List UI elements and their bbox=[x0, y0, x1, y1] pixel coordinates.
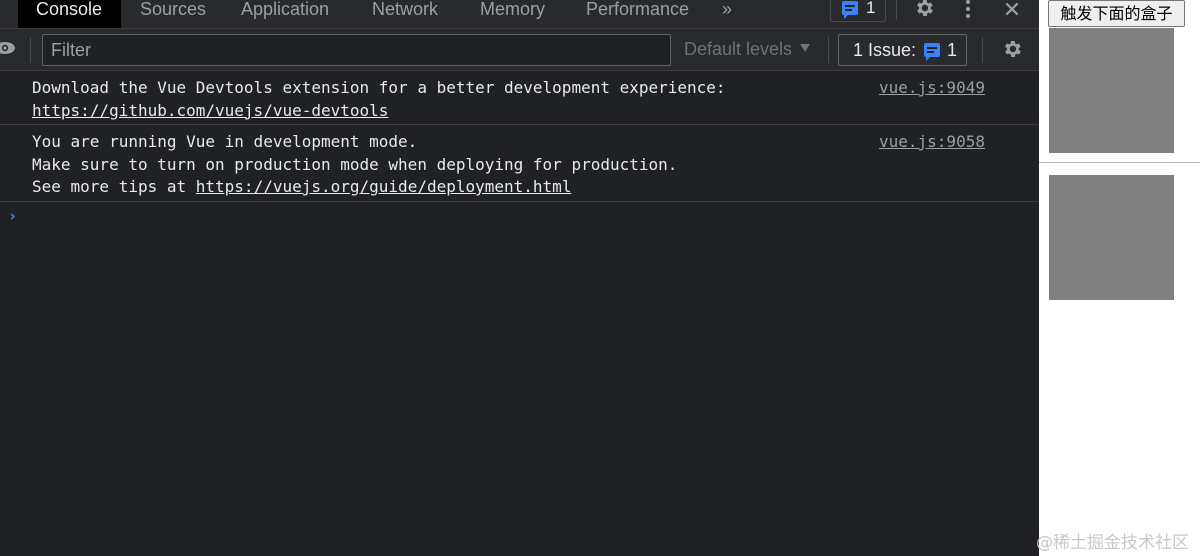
console-message: Download the Vue Devtools extension for … bbox=[0, 71, 1039, 125]
tab-application[interactable]: Application bbox=[241, 0, 329, 28]
default-levels-label: Default levels bbox=[684, 39, 793, 59]
divider-line bbox=[1039, 162, 1200, 163]
filter-input[interactable] bbox=[42, 34, 671, 66]
tab-performance[interactable]: Performance bbox=[586, 0, 689, 28]
messages-badge-button[interactable]: 1 bbox=[830, 0, 886, 22]
eye-icon[interactable] bbox=[0, 41, 16, 55]
trigger-box-button[interactable]: 触发下面的盒子 bbox=[1048, 0, 1185, 27]
tab-sources[interactable]: Sources bbox=[140, 0, 206, 28]
source-link[interactable]: vue.js:9058 bbox=[879, 131, 985, 154]
toolbar-divider bbox=[982, 37, 983, 63]
message-icon bbox=[842, 1, 858, 19]
console-prompt-icon[interactable]: › bbox=[8, 207, 17, 225]
message-icon bbox=[924, 43, 940, 61]
deployment-link[interactable]: https://vuejs.org/guide/deployment.html bbox=[196, 177, 572, 196]
console-toolbar: Default levels 1 Issue: 1 bbox=[0, 29, 1039, 71]
message-text: See more tips at bbox=[32, 177, 196, 196]
tab-network[interactable]: Network bbox=[372, 0, 438, 28]
dropdown-arrow-icon bbox=[800, 44, 811, 52]
devtools-panel: Console Sources Application Network Memo… bbox=[0, 0, 1039, 556]
toolbar-divider bbox=[30, 37, 31, 63]
console-settings-gear-icon[interactable] bbox=[1001, 38, 1023, 60]
close-icon[interactable]: ✕ bbox=[1001, 0, 1023, 23]
more-tabs-icon[interactable]: » bbox=[722, 0, 732, 28]
issues-label: 1 Issue: bbox=[853, 40, 917, 60]
default-levels-dropdown[interactable]: Default levels bbox=[684, 39, 811, 60]
messages-count: 1 bbox=[866, 0, 876, 17]
console-message: You are running Vue in development mode.… bbox=[0, 125, 1039, 202]
watermark-text: @稀土掘金技术社区 bbox=[1036, 533, 1189, 553]
devtools-link[interactable]: https://github.com/vuejs/vue-devtools bbox=[32, 101, 388, 120]
gray-box bbox=[1049, 175, 1174, 300]
issues-count: 1 bbox=[947, 40, 958, 60]
settings-gear-icon[interactable] bbox=[913, 0, 935, 19]
tab-console[interactable]: Console bbox=[18, 0, 121, 28]
message-text: Make sure to turn on production mode whe… bbox=[32, 154, 678, 174]
devtools-tab-bar: Console Sources Application Network Memo… bbox=[0, 0, 1039, 29]
toolbar-divider bbox=[828, 37, 829, 63]
console-messages: Download the Vue Devtools extension for … bbox=[0, 71, 1039, 202]
gray-box bbox=[1049, 28, 1174, 153]
toolbar-divider bbox=[896, 0, 897, 20]
issues-button[interactable]: 1 Issue: 1 bbox=[838, 34, 967, 66]
source-link[interactable]: vue.js:9049 bbox=[879, 77, 985, 100]
tab-memory[interactable]: Memory bbox=[480, 0, 545, 28]
more-options-icon[interactable] bbox=[965, 0, 971, 20]
